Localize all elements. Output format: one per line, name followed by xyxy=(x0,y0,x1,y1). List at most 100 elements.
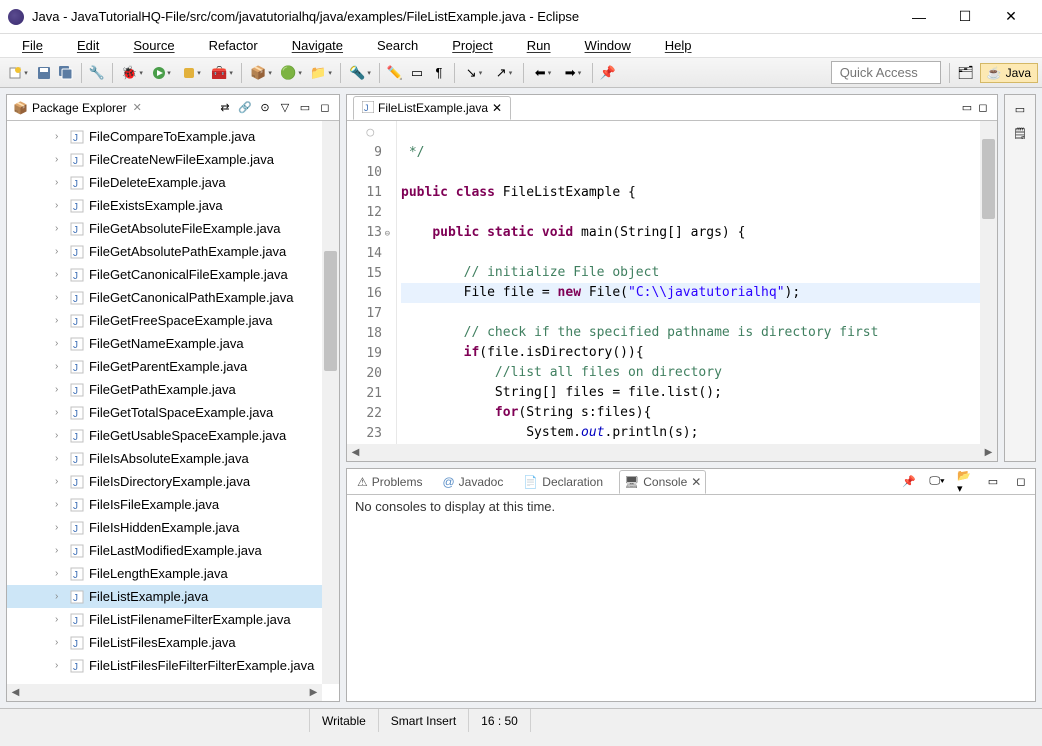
debug-button[interactable]: 🐞 xyxy=(118,63,146,83)
code-area[interactable]: */ public class FileListExample { public… xyxy=(397,121,997,444)
line-gutter[interactable]: ○ 910111213⊖14151617181920212223 xyxy=(347,121,397,444)
close-console-icon[interactable]: ✕ xyxy=(691,475,701,489)
minimize-button[interactable]: — xyxy=(896,1,942,33)
menu-refactor[interactable]: Refactor xyxy=(193,36,274,55)
menu-file[interactable]: File xyxy=(6,36,59,55)
save-button[interactable] xyxy=(34,63,54,83)
prev-annotation-button[interactable]: ↗ xyxy=(490,63,518,83)
expand-icon[interactable]: › xyxy=(55,407,58,418)
javadoc-tab[interactable]: @Javadoc xyxy=(438,473,507,491)
expand-icon[interactable]: › xyxy=(55,545,58,556)
show-whitespace-button[interactable]: ¶ xyxy=(429,63,449,83)
forward-button[interactable]: ➡ xyxy=(559,63,587,83)
tree-item[interactable]: ›JFileCompareToExample.java xyxy=(7,125,339,148)
menu-project[interactable]: Project xyxy=(436,36,508,55)
tree-item[interactable]: ›JFileListFilesFileFilterFilterExample.j… xyxy=(7,654,339,677)
tree-item[interactable]: ›JFileCreateNewFileExample.java xyxy=(7,148,339,171)
expand-icon[interactable]: › xyxy=(55,131,58,142)
menu-window[interactable]: Window xyxy=(569,36,647,55)
view-menu-icon[interactable]: ▽ xyxy=(277,100,293,116)
back-button[interactable]: ⬅ xyxy=(529,63,557,83)
package-tree[interactable]: ›JFileCompareToExample.java›JFileCreateN… xyxy=(7,121,339,701)
expand-icon[interactable]: › xyxy=(55,361,58,372)
tree-item[interactable]: ›JFileGetTotalSpaceExample.java xyxy=(7,401,339,424)
editor-maximize-icon[interactable]: ◻ xyxy=(975,100,991,116)
expand-icon[interactable]: › xyxy=(55,315,58,326)
expand-icon[interactable]: › xyxy=(55,614,58,625)
expand-icon[interactable]: › xyxy=(55,660,58,671)
toggle-mark-button[interactable]: ✏️ xyxy=(385,63,405,83)
tree-item[interactable]: ›JFileGetAbsoluteFileExample.java xyxy=(7,217,339,240)
open-console-icon[interactable]: 📂▾ xyxy=(957,474,973,490)
link-editor-icon[interactable]: 🔗 xyxy=(237,100,253,116)
tree-item[interactable]: ›JFileLastModifiedExample.java xyxy=(7,539,339,562)
tree-item[interactable]: ›JFileLengthExample.java xyxy=(7,562,339,585)
collapse-all-icon[interactable]: ⇄ xyxy=(217,100,233,116)
tree-item[interactable]: ›JFileGetParentExample.java xyxy=(7,355,339,378)
expand-icon[interactable]: › xyxy=(55,522,58,533)
tree-item[interactable]: ›JFileIsAbsoluteExample.java xyxy=(7,447,339,470)
editor-minimize-icon[interactable]: ▭ xyxy=(959,100,975,116)
expand-icon[interactable]: › xyxy=(55,384,58,395)
expand-icon[interactable]: › xyxy=(55,476,58,487)
focus-icon[interactable]: ⊙ xyxy=(257,100,273,116)
tree-item[interactable]: ›JFileGetFreeSpaceExample.java xyxy=(7,309,339,332)
tree-item[interactable]: ›JFileIsDirectoryExample.java xyxy=(7,470,339,493)
run-last-button[interactable] xyxy=(178,63,206,83)
maximize-view-icon[interactable]: ◻ xyxy=(317,100,333,116)
expand-icon[interactable]: › xyxy=(55,637,58,648)
tree-item[interactable]: ›JFileExistsExample.java xyxy=(7,194,339,217)
save-all-button[interactable] xyxy=(56,63,76,83)
package-explorer-tab[interactable]: 📦 Package Explorer ✕ xyxy=(13,101,142,115)
pin-console-icon[interactable]: 📌 xyxy=(901,474,917,490)
tree-item[interactable]: ›JFileGetUsableSpaceExample.java xyxy=(7,424,339,447)
expand-icon[interactable]: › xyxy=(55,246,58,257)
expand-icon[interactable]: › xyxy=(55,453,58,464)
tree-item[interactable]: ›JFileDeleteExample.java xyxy=(7,171,339,194)
expand-icon[interactable]: › xyxy=(55,177,58,188)
tree-item[interactable]: ›JFileGetPathExample.java xyxy=(7,378,339,401)
console-tab[interactable]: 🖥Console ✕ xyxy=(619,470,706,494)
expand-icon[interactable]: › xyxy=(55,292,58,303)
new-button[interactable] xyxy=(4,63,32,83)
tree-item[interactable]: ›JFileGetCanonicalFileExample.java xyxy=(7,263,339,286)
editor-horizontal-scrollbar[interactable]: ◀▶ xyxy=(347,444,997,461)
external-tools-button[interactable]: 🧰 xyxy=(208,63,236,83)
declaration-tab[interactable]: 📄Declaration xyxy=(519,473,607,491)
editor-tab[interactable]: J FileListExample.java ✕ xyxy=(353,96,511,120)
tree-item[interactable]: ›JFileListFilesExample.java xyxy=(7,631,339,654)
toggle-block-button[interactable]: ▭ xyxy=(407,63,427,83)
problems-tab[interactable]: ⚠Problems xyxy=(353,473,426,491)
tree-vertical-scrollbar[interactable] xyxy=(322,121,339,684)
maximize-button[interactable]: ☐ xyxy=(942,1,988,33)
minimize-view-icon[interactable]: ▭ xyxy=(297,100,313,116)
new-folder-button[interactable]: 📁 xyxy=(307,63,335,83)
expand-icon[interactable]: › xyxy=(55,269,58,280)
open-perspective-button[interactable]: 🗂 xyxy=(956,63,976,83)
expand-icon[interactable]: › xyxy=(55,568,58,579)
expand-icon[interactable]: › xyxy=(55,499,58,510)
menu-search[interactable]: Search xyxy=(361,36,434,55)
tree-item[interactable]: ›JFileIsFileExample.java xyxy=(7,493,339,516)
expand-icon[interactable]: › xyxy=(55,154,58,165)
console-maximize-icon[interactable]: ◻ xyxy=(1013,474,1029,490)
menu-run[interactable]: Run xyxy=(511,36,567,55)
build-button[interactable]: 🔧 xyxy=(87,63,107,83)
tree-horizontal-scrollbar[interactable]: ◀▶ xyxy=(7,684,322,701)
console-minimize-icon[interactable]: ▭ xyxy=(985,474,1001,490)
next-annotation-button[interactable]: ↘ xyxy=(460,63,488,83)
close-view-icon[interactable]: ✕ xyxy=(133,101,142,114)
display-console-icon[interactable]: 🖵▾ xyxy=(929,474,945,490)
tree-item[interactable]: ›JFileGetNameExample.java xyxy=(7,332,339,355)
menu-navigate[interactable]: Navigate xyxy=(276,36,359,55)
tree-item[interactable]: ›JFileGetAbsolutePathExample.java xyxy=(7,240,339,263)
new-class-button[interactable]: 🟢 xyxy=(277,63,305,83)
run-button[interactable] xyxy=(148,63,176,83)
close-button[interactable]: ✕ xyxy=(988,1,1034,33)
restore-icon[interactable]: ▭ xyxy=(1012,101,1028,117)
new-package-button[interactable]: 📦 xyxy=(247,63,275,83)
java-perspective-button[interactable]: ☕ Java xyxy=(980,63,1038,83)
tree-item[interactable]: ›JFileListFilenameFilterExample.java xyxy=(7,608,339,631)
expand-icon[interactable]: › xyxy=(55,591,58,602)
editor-vertical-scrollbar[interactable] xyxy=(980,121,997,444)
